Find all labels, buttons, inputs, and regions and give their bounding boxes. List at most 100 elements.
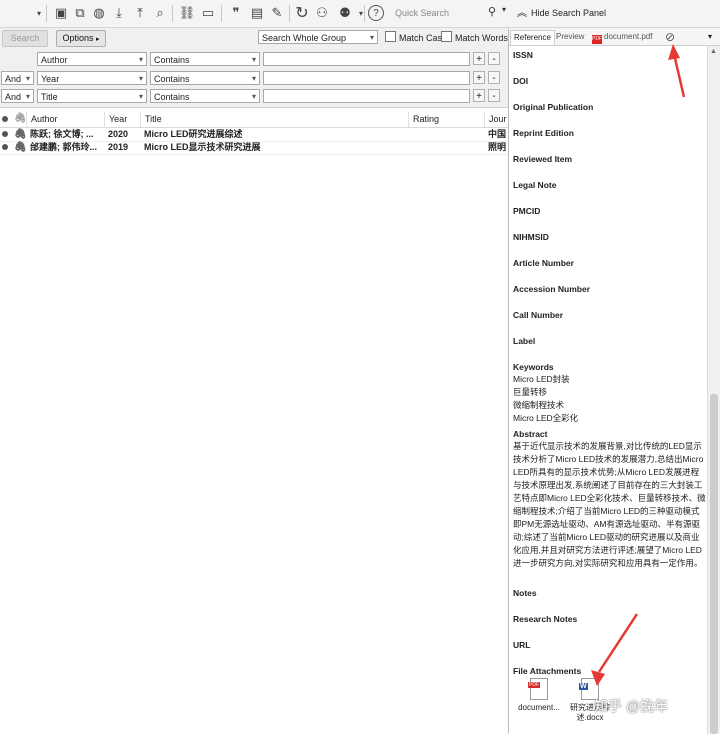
panel-menu-icon[interactable]: ▾	[705, 30, 715, 44]
keyword-item[interactable]: 巨量转移	[513, 386, 547, 399]
scroll-up-icon[interactable]: ▲	[710, 48, 717, 55]
tab-preview[interactable]: Preview	[553, 30, 587, 44]
search-operator-select[interactable]: Contains ▾	[150, 52, 260, 66]
cell-journal: 中国	[488, 129, 507, 139]
chevron-down-icon: ▾	[251, 55, 256, 64]
remove-row-button[interactable]: -	[488, 71, 500, 84]
pdf-badge: PDF	[528, 682, 540, 688]
chevron-down-icon[interactable]: ▾	[502, 5, 506, 14]
watermark-text: 知乎 @挽年	[594, 698, 669, 714]
edit-document-icon[interactable]: ✎	[268, 4, 286, 22]
search-field-select[interactable]: Title ▾	[37, 89, 147, 103]
add-row-button[interactable]: +	[473, 89, 485, 102]
search-icon[interactable]: ⚲	[488, 5, 500, 18]
column-journal[interactable]: Jour	[484, 112, 508, 127]
help-icon[interactable]: ?	[368, 5, 384, 21]
match-words-checkbox[interactable]: Match Words	[441, 31, 508, 44]
search-button[interactable]: Search	[2, 30, 48, 47]
insert-citation-icon[interactable]: ❞	[227, 4, 245, 22]
online-search-icon[interactable]: ◍	[90, 4, 108, 22]
search-operator-select[interactable]: Contains ▾	[150, 71, 260, 85]
export-icon[interactable]: ⤒	[131, 4, 149, 22]
import-icon[interactable]: ⤓	[110, 4, 128, 22]
triangle-right-icon: ▸	[96, 36, 100, 43]
toolbar-divider	[364, 5, 365, 22]
tab-reference[interactable]: Reference	[510, 30, 555, 45]
field-label-accession-number: Accession Number	[513, 284, 590, 294]
keyword-item[interactable]: Micro LED全彩化	[513, 412, 578, 425]
add-row-button[interactable]: +	[473, 71, 485, 84]
field-label-url: URL	[513, 640, 531, 650]
open-file-icon[interactable]: ▭	[199, 4, 217, 22]
search-scope-select[interactable]: Search Whole Group ▾	[258, 30, 378, 44]
options-label: Options	[62, 33, 94, 43]
cell-journal: 照明	[488, 142, 507, 152]
cell-author: 邰建鹏; 郭伟玲...	[30, 142, 97, 152]
unread-dot-icon	[2, 144, 8, 150]
search-term-input[interactable]	[263, 52, 470, 66]
search-term-input[interactable]	[263, 71, 470, 85]
sync-icon[interactable]: ↻	[293, 4, 311, 22]
field-label-issn: ISSN	[513, 50, 533, 60]
search-field-value: Author	[41, 55, 68, 65]
cell-title: Micro LED显示技术研究进展	[144, 142, 261, 152]
copy-to-library-icon[interactable]: ⧉	[71, 4, 89, 22]
match-case-label: Match Case	[399, 33, 448, 43]
field-label-reviewed-item: Reviewed Item	[513, 154, 573, 164]
pdf-icon: PDF	[592, 35, 602, 44]
search-field-value: Year	[41, 74, 60, 84]
match-case-checkbox[interactable]: Match Case	[385, 31, 447, 44]
column-year[interactable]: Year	[104, 112, 140, 127]
read-status-icon	[2, 116, 8, 122]
toolbar-divider	[289, 5, 290, 22]
search-operator-value: Contains	[154, 55, 190, 65]
field-label-file-attachments: File Attachments	[513, 666, 582, 676]
field-label-notes: Notes	[513, 588, 537, 598]
attachment-name: document...	[518, 703, 560, 712]
chevron-down-icon: ▾	[369, 33, 374, 42]
boolean-select[interactable]: And ▾	[1, 71, 34, 85]
column-rating[interactable]: Rating	[408, 112, 484, 127]
reference-list-header: 🖇 Author Year Title Rating Jour	[0, 112, 508, 128]
column-title[interactable]: Title	[140, 112, 408, 127]
search-operator-value: Contains	[154, 74, 190, 84]
field-label-keywords: Keywords	[513, 362, 554, 372]
table-row[interactable]: 🖇 邰建鹏; 郭伟玲... 2019 Micro LED显示技术研究进展 照明	[0, 141, 508, 155]
abstract-text[interactable]: 基于近代显示技术的发展背景,对比传统的LED显示技术分析了Micro LED技术…	[513, 440, 707, 570]
remove-row-button[interactable]: -	[488, 89, 500, 102]
table-row[interactable]: 🖇 陈跃; 徐文博; ... 2020 Micro LED研究进展综述 中国	[0, 128, 508, 142]
keyword-item[interactable]: Micro LED封装	[513, 373, 570, 386]
search-field-select[interactable]: Year ▾	[37, 71, 147, 85]
chevron-down-icon: ▾	[25, 92, 30, 101]
open-link-icon[interactable]: ⛓	[178, 4, 196, 22]
field-label-doi: DOI	[513, 76, 529, 86]
chevron-down-icon: ▾	[251, 92, 256, 101]
panel-scrollbar[interactable]: ▲	[707, 46, 720, 734]
field-label-pmcid: PMCID	[513, 206, 541, 216]
cell-year: 2019	[108, 142, 129, 152]
field-label-legal-note: Legal Note	[513, 180, 557, 190]
search-operator-select[interactable]: Contains ▾	[150, 89, 260, 103]
options-button[interactable]: Options ▸	[56, 30, 106, 47]
add-row-button[interactable]: +	[473, 52, 485, 65]
column-author[interactable]: Author	[26, 112, 104, 127]
boolean-select[interactable]: And ▾	[1, 89, 34, 103]
search-field-select[interactable]: Author ▾	[37, 52, 147, 66]
match-words-label: Match Words	[455, 33, 508, 43]
cell-author: 陈跃; 徐文博; ...	[30, 129, 94, 139]
annotation-arrow-icon	[668, 44, 686, 98]
field-label-nihmsid: NIHMSID	[513, 232, 549, 242]
hide-search-panel-button[interactable]: ︽ Hide Search Panel	[517, 4, 606, 22]
attachment-pdf[interactable]: PDF document...	[513, 678, 565, 712]
chevron-down-icon: ▾	[25, 74, 30, 83]
keyword-item[interactable]: 微缩制程技术	[513, 399, 564, 412]
search-term-input[interactable]	[263, 89, 470, 103]
new-library-icon[interactable]: ▣	[52, 4, 70, 22]
cell-year: 2020	[108, 129, 129, 139]
scrollbar-thumb[interactable]	[710, 394, 718, 734]
share-user-icon[interactable]: ⚇	[313, 4, 331, 22]
format-bibliography-icon[interactable]: ▤	[248, 4, 266, 22]
find-full-text-icon[interactable]: ⌕	[151, 4, 169, 22]
search-field-value: Title	[41, 92, 58, 102]
remove-row-button[interactable]: -	[488, 52, 500, 65]
